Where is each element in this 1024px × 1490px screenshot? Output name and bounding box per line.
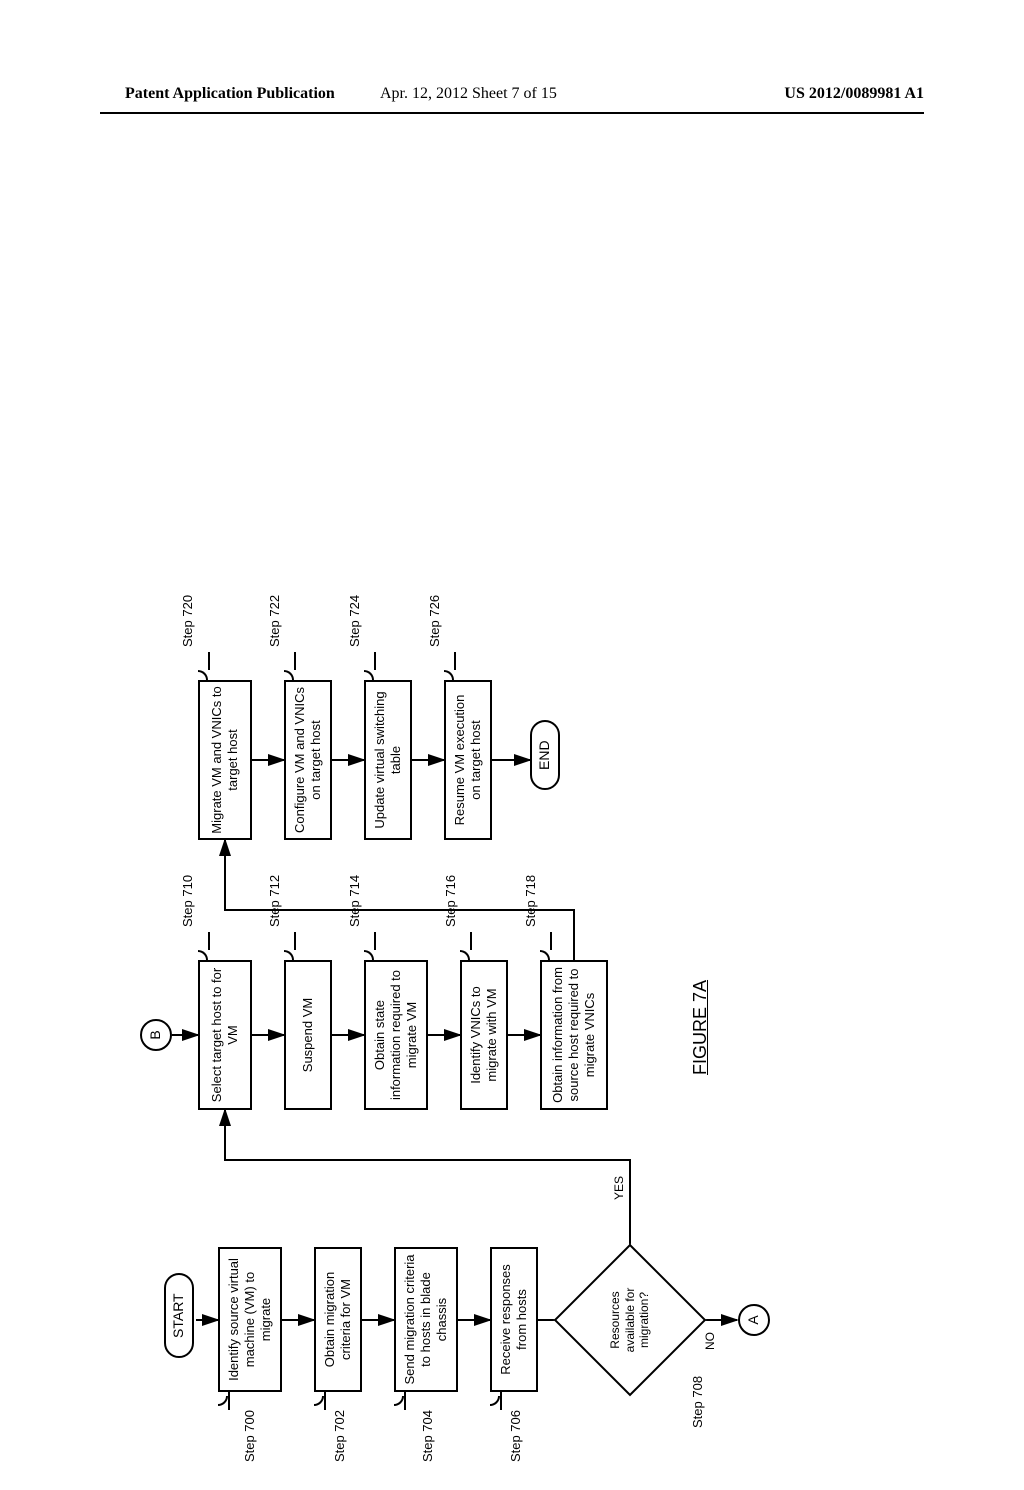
step-706-label: Step 706 <box>508 1410 523 1490</box>
step-724-box: Update virtual switching table <box>364 680 412 840</box>
edge-yes: YES <box>612 1176 626 1200</box>
step-726-box: Resume VM execution on target host <box>444 680 492 840</box>
step-714-box: Obtain state information required to mig… <box>364 960 428 1110</box>
connector-hook <box>394 1396 404 1406</box>
header-rule <box>100 112 924 114</box>
edge-no: NO <box>703 1332 717 1350</box>
step-708-label: Step 708 <box>690 1376 705 1428</box>
flowchart-container: START Identify source virtual machine (V… <box>130 180 890 1100</box>
step-716-box: Identify VNICs to migrate with VM <box>460 960 508 1110</box>
step-702-label: Step 702 <box>332 1410 347 1490</box>
connector-tick <box>228 1392 230 1410</box>
start-terminator: START <box>164 1273 194 1358</box>
connector-hook <box>540 950 550 960</box>
connector-hook <box>364 670 374 680</box>
step-712-label: Step 712 <box>267 875 282 927</box>
decision-708: Resources available for migration? <box>576 1266 684 1374</box>
connector-hook <box>364 950 374 960</box>
connector-hook <box>314 1396 324 1406</box>
step-712-box: Suspend VM <box>284 960 332 1110</box>
connector-hook <box>198 950 208 960</box>
step-718-box: Obtain information from source host requ… <box>540 960 608 1110</box>
connector-tick <box>374 932 376 950</box>
step-724-label: Step 724 <box>347 595 362 647</box>
connector-tick <box>208 932 210 950</box>
connector-hook <box>460 950 470 960</box>
step-700-label: Step 700 <box>242 1410 257 1490</box>
connector-tick <box>470 932 472 950</box>
step-714-label: Step 714 <box>347 875 362 927</box>
step-722-box: Configure VM and VNICs on target host <box>284 680 332 840</box>
connector-hook <box>444 670 454 680</box>
connector-hook <box>284 950 294 960</box>
connector-hook <box>198 670 208 680</box>
step-718-label: Step 718 <box>523 875 538 927</box>
connector-a: A <box>738 1304 770 1336</box>
step-710-box: Select target host to for VM <box>198 960 252 1110</box>
step-722-label: Step 722 <box>267 595 282 647</box>
decision-text: Resources available for migration? <box>576 1266 684 1374</box>
step-720-label: Step 720 <box>180 595 195 647</box>
figure-label: FIGURE 7A <box>690 980 711 1075</box>
connector-hook <box>284 670 294 680</box>
connector-b: B <box>140 1019 172 1051</box>
step-720-box: Migrate VM and VNICs to target host <box>198 680 252 840</box>
connector-tick <box>324 1392 326 1410</box>
connector-hook <box>490 1396 500 1406</box>
step-726-label: Step 726 <box>427 595 442 647</box>
connector-tick <box>500 1392 502 1410</box>
step-716-label: Step 716 <box>443 875 458 927</box>
sheet-info: Apr. 12, 2012 Sheet 7 of 15 <box>380 85 557 103</box>
pub-title: Patent Application Publication <box>125 85 335 103</box>
connector-tick <box>294 932 296 950</box>
connector-hook <box>218 1396 228 1406</box>
end-terminator: END <box>530 720 560 790</box>
connector-tick <box>374 652 376 670</box>
connector-tick <box>404 1392 406 1410</box>
pub-number: US 2012/0089981 A1 <box>784 85 924 103</box>
step-710-label: Step 710 <box>180 875 195 927</box>
flowchart-rotated: START Identify source virtual machine (V… <box>130 560 890 1480</box>
connector-tick <box>454 652 456 670</box>
connector-tick <box>550 932 552 950</box>
step-704-label: Step 704 <box>420 1410 435 1490</box>
connector-tick <box>294 652 296 670</box>
connector-tick <box>208 652 210 670</box>
